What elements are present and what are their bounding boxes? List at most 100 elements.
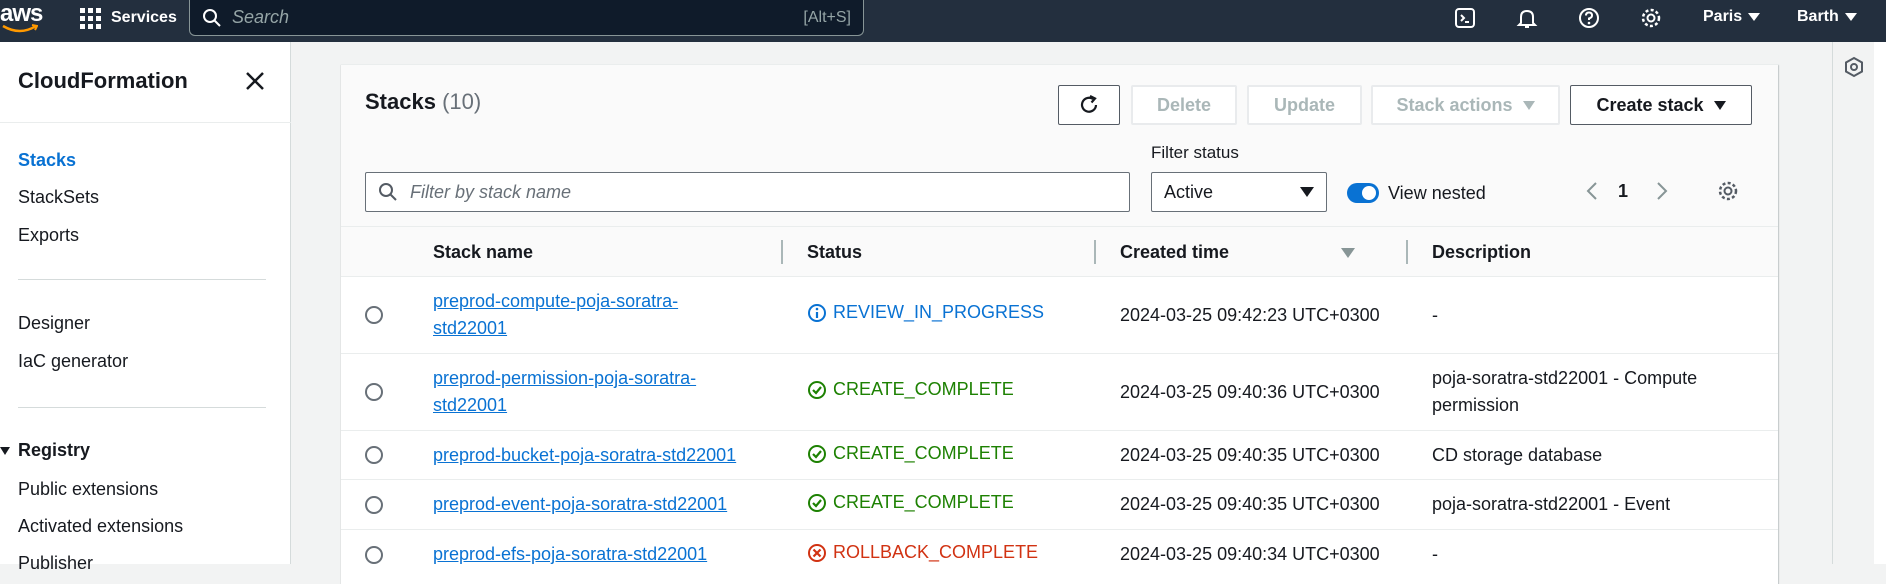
chevron-right-icon — [1657, 182, 1668, 200]
services-label: Services — [111, 9, 177, 26]
stack-actions-label: Stack actions — [1396, 94, 1513, 115]
column-resizer[interactable] — [1406, 240, 1408, 264]
service-title[interactable]: CloudFormation — [18, 68, 188, 94]
filter-status-value: Active — [1164, 181, 1214, 202]
help-icon[interactable] — [1575, 4, 1603, 32]
sidebar-item-stacksets[interactable]: StackSets — [18, 187, 99, 208]
search-icon — [203, 8, 221, 27]
stack-actions-button[interactable]: Stack actions — [1371, 85, 1560, 125]
top-navigation: aws Services Search [Alt+S] Paris Barth — [0, 0, 1886, 42]
panel-header: Stacks (10) Delete Update Stack actions … — [341, 65, 1778, 227]
column-header-created-time[interactable]: Created time — [1120, 227, 1229, 277]
description: poja-soratra-std22001 - Compute permissio… — [1432, 368, 1698, 415]
created-time: 2024-03-25 09:42:23 UTC+0300 — [1120, 305, 1380, 325]
row-select-radio[interactable] — [365, 446, 383, 464]
row-select-radio[interactable] — [365, 306, 383, 324]
row-select-radio[interactable] — [365, 383, 383, 401]
caret-down-icon — [1300, 187, 1314, 197]
table-preferences-button[interactable] — [1714, 177, 1742, 205]
stack-name-filter[interactable] — [365, 172, 1130, 212]
create-stack-label: Create stack — [1596, 94, 1704, 115]
aws-logo-text: aws — [0, 0, 43, 27]
stack-name-link[interactable]: preprod-compute-poja-soratra-std22001 — [433, 288, 678, 342]
table-row: preprod-event-poja-soratra-std22001 CREA… — [341, 480, 1778, 530]
page-title: Stacks (10) — [365, 89, 481, 115]
column-header-status[interactable]: Status — [807, 227, 862, 277]
success-check-icon — [808, 380, 826, 399]
status-badge: CREATE_COMPLETE — [807, 492, 1014, 513]
description: CD storage database — [1432, 445, 1603, 465]
status-text: CREATE_COMPLETE — [833, 443, 1014, 463]
table-row: preprod-bucket-poja-soratra-std22001 CRE… — [341, 431, 1778, 480]
stack-name-link[interactable]: preprod-bucket-poja-soratra-std22001 — [433, 442, 736, 469]
caret-down-icon — [1713, 100, 1726, 110]
grid-icon — [80, 7, 101, 29]
page-scrollbar[interactable] — [1874, 42, 1886, 564]
divider — [18, 279, 266, 280]
refresh-icon — [1080, 95, 1098, 113]
created-time: 2024-03-25 09:40:36 UTC+0300 — [1120, 382, 1380, 402]
filter-input[interactable] — [410, 181, 1117, 203]
search-placeholder: Search — [232, 7, 290, 27]
status-badge: CREATE_COMPLETE — [807, 443, 1014, 464]
chevron-left-icon — [1586, 182, 1597, 200]
column-header-stack-name[interactable]: Stack name — [433, 227, 533, 277]
error-x-icon — [808, 543, 826, 562]
account-menu[interactable]: Barth — [1797, 8, 1857, 26]
caret-down-icon — [1522, 100, 1535, 110]
chevron-down-icon — [1748, 13, 1761, 21]
sidebar-item-activated-extensions[interactable]: Activated extensions — [18, 516, 183, 537]
settings-gear-icon[interactable] — [1637, 4, 1665, 32]
sidebar-item-iac-generator[interactable]: IaC generator — [18, 351, 128, 372]
refresh-button[interactable] — [1058, 85, 1120, 125]
stacks-panel: Stacks (10) Delete Update Stack actions … — [341, 64, 1778, 584]
next-page-button[interactable] — [1648, 177, 1676, 205]
view-nested-label: View nested — [1388, 183, 1486, 203]
current-page[interactable]: 1 — [1609, 177, 1637, 205]
previous-page-button[interactable] — [1578, 177, 1606, 205]
status-badge: REVIEW_IN_PROGRESS — [807, 302, 1044, 323]
aws-smile-icon — [2, 24, 38, 33]
registry-section-toggle[interactable]: Registry — [0, 440, 90, 461]
hexagon-icon[interactable] — [1843, 56, 1865, 83]
sidebar-item-exports[interactable]: Exports — [18, 225, 79, 246]
stack-name-link[interactable]: preprod-permission-poja-soratra-std22001 — [433, 365, 696, 419]
sidebar-item-designer[interactable]: Designer — [18, 313, 90, 334]
search-shortcut-hint: [Alt+S] — [803, 8, 851, 26]
created-time: 2024-03-25 09:40:35 UTC+0300 — [1120, 445, 1380, 465]
settings-gear-icon — [1718, 181, 1738, 201]
filter-status-label: Filter status — [1151, 143, 1239, 162]
info-icon — [808, 303, 826, 322]
caret-down-icon — [0, 446, 10, 455]
column-resizer[interactable] — [1094, 240, 1096, 264]
filter-status-select[interactable]: Active — [1151, 172, 1327, 212]
delete-button[interactable]: Delete — [1131, 85, 1237, 125]
view-nested-toggle[interactable] — [1347, 183, 1379, 203]
chevron-down-icon — [1844, 13, 1857, 21]
status-text: CREATE_COMPLETE — [833, 492, 1014, 512]
services-menu-button[interactable]: Services — [80, 0, 177, 36]
row-select-radio[interactable] — [365, 496, 383, 514]
column-header-description[interactable]: Description — [1432, 227, 1531, 277]
stack-count: (10) — [442, 89, 482, 114]
aws-logo[interactable]: aws — [0, 0, 43, 36]
column-resizer[interactable] — [781, 240, 783, 264]
sidebar-item-stacks[interactable]: Stacks — [18, 150, 76, 171]
cloudshell-icon[interactable] — [1451, 4, 1479, 32]
status-text: REVIEW_IN_PROGRESS — [833, 302, 1045, 322]
sort-descending-icon[interactable] — [1341, 248, 1355, 258]
success-check-icon — [808, 444, 826, 463]
registry-label: Registry — [18, 440, 91, 460]
divider — [18, 407, 266, 408]
row-select-radio[interactable] — [365, 546, 383, 564]
notifications-bell-icon[interactable] — [1513, 4, 1541, 32]
description: poja-soratra-std22001 - Event — [1432, 494, 1671, 514]
region-selector[interactable]: Paris — [1703, 8, 1761, 26]
stack-name-link[interactable]: preprod-event-poja-soratra-std22001 — [433, 491, 727, 518]
global-search-input[interactable]: Search [Alt+S] — [189, 0, 864, 36]
sidebar-item-public-extensions[interactable]: Public extensions — [18, 479, 158, 500]
close-icon[interactable] — [244, 70, 266, 92]
create-stack-button[interactable]: Create stack — [1570, 85, 1752, 125]
user-label: Barth — [1797, 8, 1839, 25]
update-button[interactable]: Update — [1247, 85, 1362, 125]
